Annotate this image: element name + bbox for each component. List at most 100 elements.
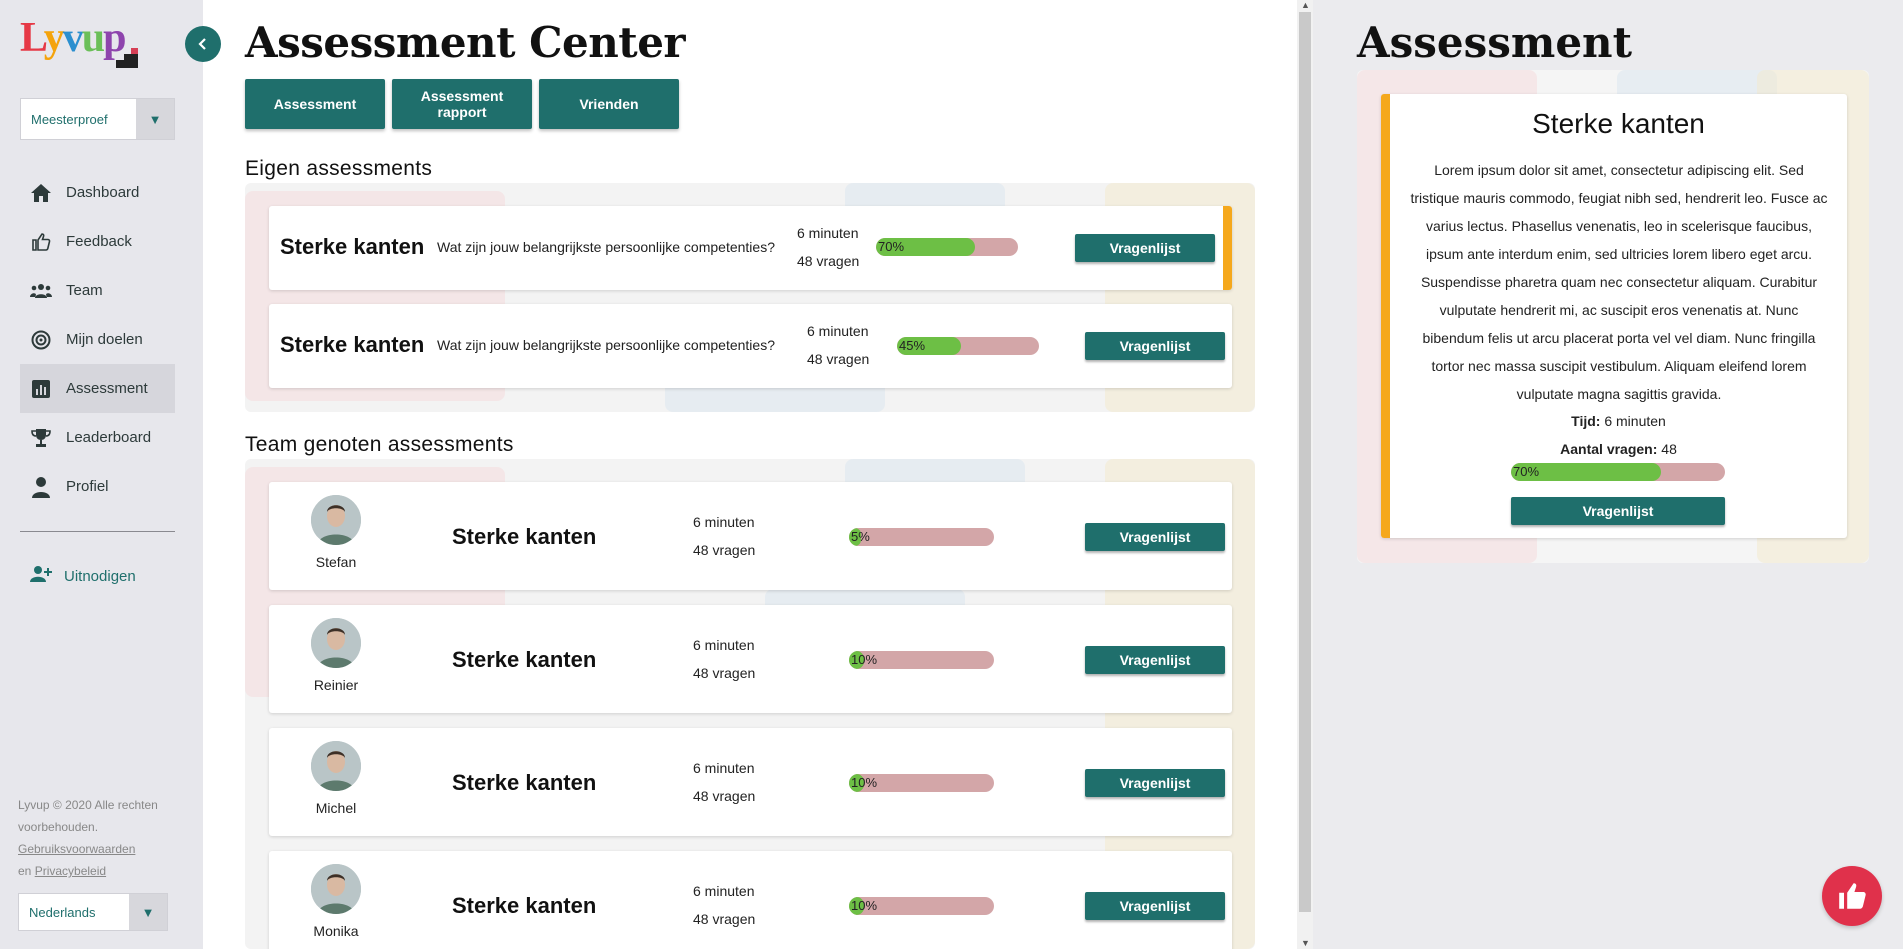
team-assessment-card[interactable]: Michel Sterke kanten 6 minuten 48 vragen…: [269, 728, 1232, 836]
team-assessment-card[interactable]: Monika Sterke kanten 6 minuten 48 vragen…: [269, 851, 1232, 949]
assessment-time: 6 minuten: [807, 323, 869, 339]
sidebar-item-label: Feedback: [66, 233, 132, 250]
assessment-card[interactable]: Sterke kanten Wat zijn jouw belangrijkst…: [269, 206, 1232, 290]
sidebar-item-label: Profiel: [66, 478, 109, 495]
member-name: Monika: [313, 923, 359, 939]
main-scrollbar[interactable]: ▲ ▼: [1297, 0, 1313, 949]
target-icon: [30, 329, 52, 351]
terms-link[interactable]: Gebruiksvoorwaarden: [18, 842, 135, 856]
assessment-question-count: 48 vragen: [797, 253, 860, 269]
team-icon: [30, 280, 52, 302]
scroll-up-icon[interactable]: ▲: [1301, 0, 1310, 10]
collapse-sidebar-button[interactable]: [185, 26, 221, 62]
team-assessments-title: Team genoten assessments: [245, 433, 514, 456]
avatar: [311, 741, 361, 791]
assessment-title: Sterke kanten: [452, 770, 597, 795]
sidebar-item-label: Assessment: [66, 380, 148, 397]
member-name: Stefan: [315, 554, 357, 570]
sidebar-item-label: Dashboard: [66, 184, 140, 201]
page-title: Assessment Center: [245, 18, 686, 67]
questionnaire-button[interactable]: Vragenlijst: [1075, 234, 1215, 262]
trophy-icon: [30, 427, 52, 449]
questionnaire-button[interactable]: Vragenlijst: [1085, 769, 1225, 797]
selected-accent: [1223, 206, 1232, 290]
sidebar-item-profiel[interactable]: Profiel: [20, 462, 175, 511]
member-name: Reinier: [313, 677, 359, 693]
assessment-question-count: 48 vragen: [693, 911, 756, 927]
invite-link[interactable]: Uitnodigen: [30, 565, 136, 587]
progress-label: 70%: [1513, 464, 1540, 479]
logo-stairs-icon: [116, 48, 138, 68]
tab-assessment-rapport[interactable]: Assessment rapport: [392, 79, 532, 129]
detail-title: Sterke kanten: [1532, 108, 1705, 139]
feedback-fab-button[interactable]: [1822, 866, 1882, 926]
avatar: [311, 495, 361, 545]
home-icon: [30, 182, 52, 204]
assessment-question: Wat zijn jouw belangrijkste persoonlijke…: [437, 239, 775, 255]
progress-bar: 45%: [897, 337, 1039, 355]
assessment-time: 6 minuten: [693, 514, 755, 530]
tab-assessment[interactable]: Assessment: [245, 79, 385, 129]
thumbs-up-icon: [1839, 883, 1866, 909]
sidebar-item-dashboard[interactable]: Dashboard: [20, 168, 175, 217]
progress-bar: 10%: [849, 651, 994, 669]
tab-bar: Assessment Assessment rapport Vrienden: [245, 79, 679, 129]
sidebar-item-mijn-doelen[interactable]: Mijn doelen: [20, 315, 175, 364]
team-assessment-card[interactable]: Stefan Sterke kanten 6 minuten 48 vragen…: [269, 482, 1232, 590]
sidebar-item-assessment[interactable]: Assessment: [20, 364, 175, 413]
sidebar-item-team[interactable]: Team: [20, 266, 175, 315]
assessment-card[interactable]: Sterke kanten Wat zijn jouw belangrijkst…: [269, 304, 1232, 388]
chart-icon: [30, 378, 52, 400]
questionnaire-button[interactable]: Vragenlijst: [1085, 523, 1225, 551]
assessment-question: Wat zijn jouw belangrijkste persoonlijke…: [437, 337, 775, 353]
assessment-meta: 6 minuten 48 vragen: [693, 877, 755, 933]
lyvup-logo[interactable]: Lyvup: [20, 16, 138, 68]
detail-count-value: 48: [1661, 441, 1677, 457]
add-user-icon: [30, 565, 52, 587]
assessment-meta: 6 minuten 48 vragen: [693, 631, 755, 687]
sidebar: Lyvup Meesterproef ▼ Dashboard Feedback: [0, 0, 203, 949]
detail-heading: Assessment: [1357, 18, 1632, 67]
avatar: [311, 864, 361, 914]
progress-label: 5%: [851, 529, 870, 544]
assessment-time: 6 minuten: [693, 760, 755, 776]
assessment-meta: 6 minuten 48 vragen: [693, 754, 755, 810]
scrollbar-thumb[interactable]: [1299, 12, 1311, 912]
progress-bar: 10%: [849, 774, 994, 792]
detail-panel: Assessment Sterke kanten Lorem ipsum dol…: [1313, 0, 1903, 949]
questionnaire-button[interactable]: Vragenlijst: [1085, 332, 1225, 360]
assessment-title: Sterke kanten: [452, 647, 597, 672]
assessment-question-count: 48 vragen: [807, 351, 870, 367]
sidebar-nav: Dashboard Feedback Team Mijn doelen Asse…: [20, 168, 175, 511]
tab-vrienden[interactable]: Vrienden: [539, 79, 679, 129]
language-select[interactable]: Nederlands ▼: [18, 893, 168, 931]
logo-wordmark: Lyvup: [20, 15, 126, 61]
assessment-title: Sterke kanten: [452, 524, 597, 549]
detail-description: Lorem ipsum dolor sit amet, consectetur …: [1410, 162, 1828, 402]
sidebar-item-label: Leaderboard: [66, 429, 152, 446]
detail-wrapper: Sterke kanten Lorem ipsum dolor sit amet…: [1357, 70, 1869, 563]
assessment-meta: 6 minuten 48 vragen: [693, 508, 755, 564]
questionnaire-button[interactable]: Vragenlijst: [1085, 646, 1225, 674]
detail-accent: [1381, 94, 1390, 538]
assessment-meta: 6 minuten 48 vragen: [797, 219, 859, 275]
privacy-link[interactable]: Privacybeleid: [35, 864, 106, 878]
member-name: Michel: [315, 800, 357, 816]
assessment-meta: 6 minuten 48 vragen: [807, 317, 869, 373]
program-select[interactable]: Meesterproef ▼: [20, 98, 175, 140]
assessment-title: Sterke kanten: [452, 893, 597, 918]
progress-bar: 70%: [1511, 463, 1725, 481]
scroll-down-icon[interactable]: ▼: [1301, 938, 1310, 948]
copyright-text: Lyvup © 2020 Alle rechten voorbehouden.: [18, 798, 158, 834]
sidebar-item-feedback[interactable]: Feedback: [20, 217, 175, 266]
assessment-title: Sterke kanten: [280, 234, 425, 259]
team-assessment-card[interactable]: Reinier Sterke kanten 6 minuten 48 vrage…: [269, 605, 1232, 713]
assessment-time: 6 minuten: [693, 637, 755, 653]
sidebar-item-leaderboard[interactable]: Leaderboard: [20, 413, 175, 462]
questionnaire-button[interactable]: Vragenlijst: [1085, 892, 1225, 920]
progress-label: 10%: [851, 775, 878, 790]
assessment-time: 6 minuten: [797, 225, 859, 241]
questionnaire-button[interactable]: Vragenlijst: [1511, 497, 1725, 525]
user-icon: [30, 476, 52, 498]
sidebar-footer: Lyvup © 2020 Alle rechten voorbehouden. …: [18, 794, 168, 882]
